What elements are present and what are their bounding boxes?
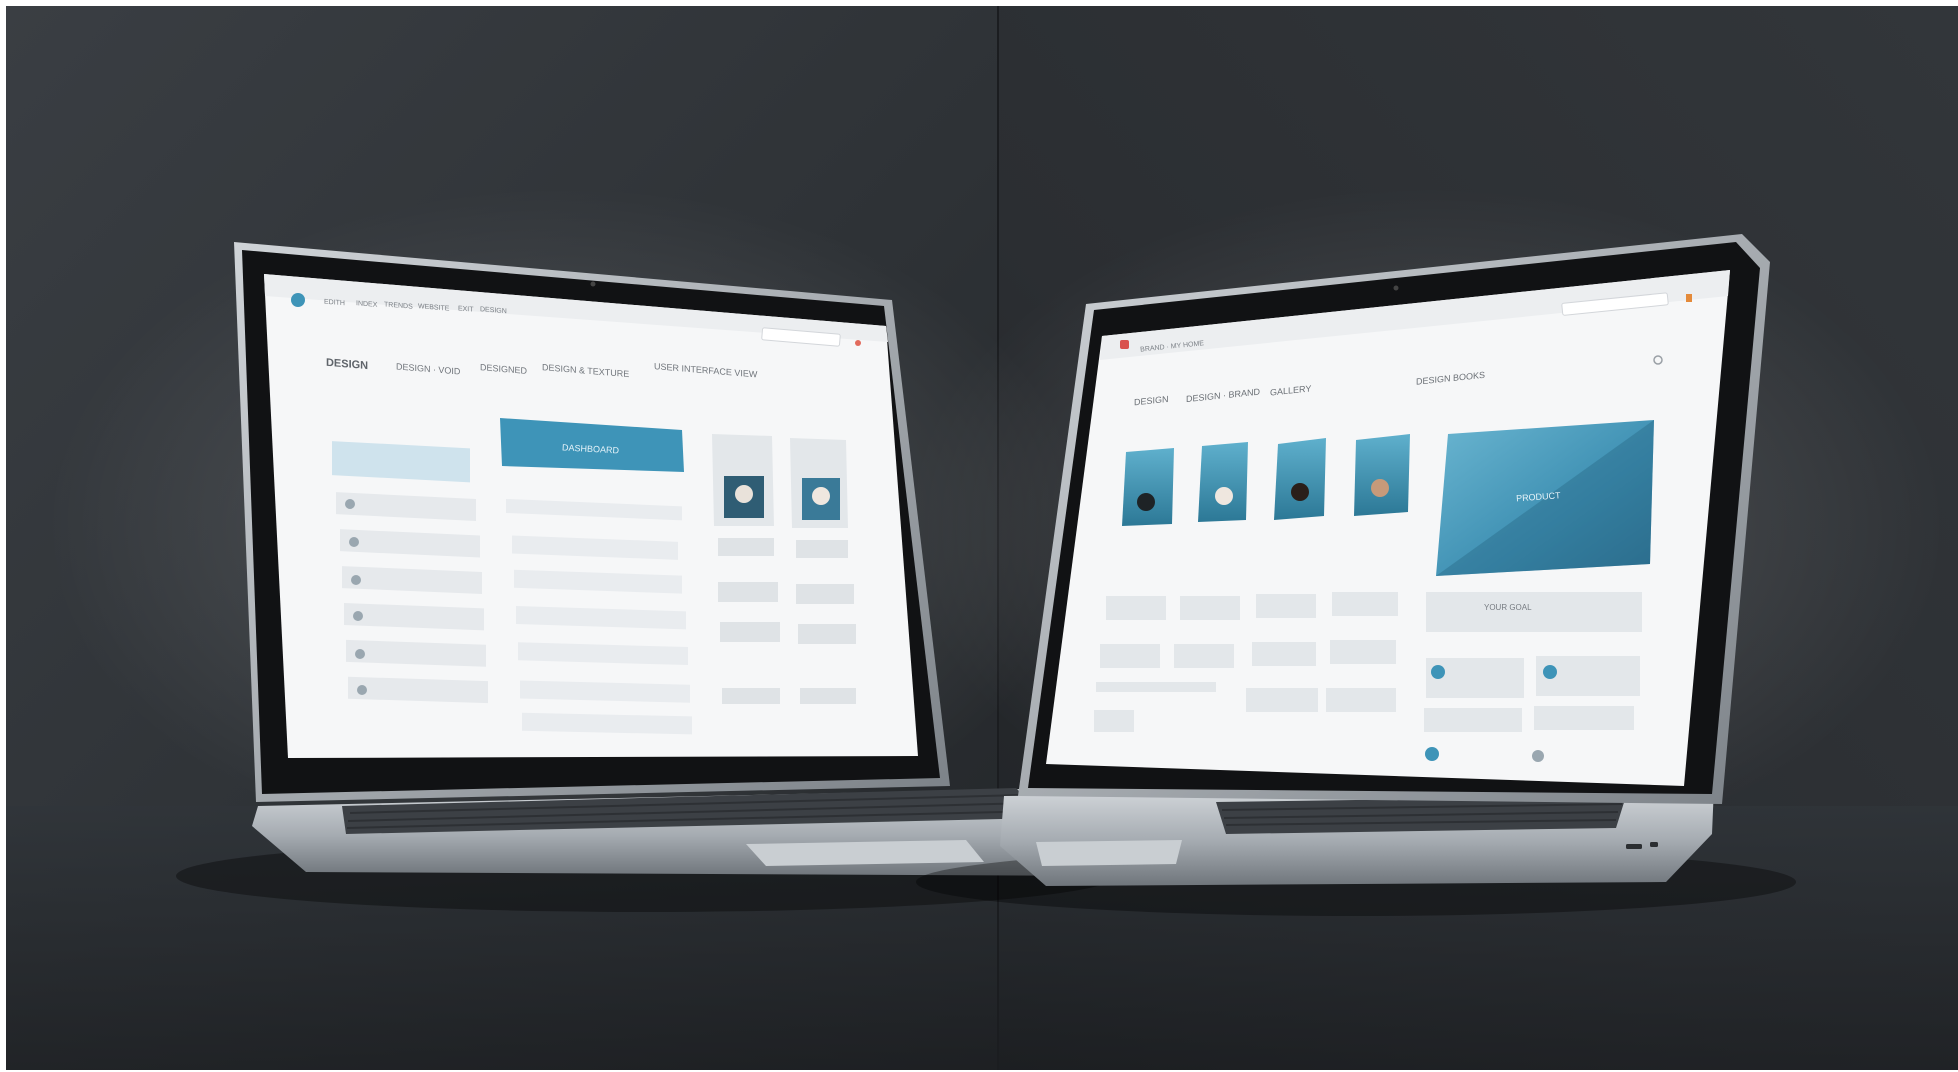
grid-block[interactable] [1330, 640, 1396, 664]
info-card[interactable] [1534, 706, 1634, 730]
item-icon [349, 537, 359, 547]
circle-badge-icon [1532, 750, 1544, 762]
grid-block[interactable] [1326, 688, 1396, 712]
item-icon [351, 575, 361, 585]
portrait-figure [1137, 493, 1155, 511]
text-block [800, 688, 856, 704]
square-logo-icon [1120, 340, 1129, 349]
circle-badge-icon [1425, 747, 1439, 761]
poster-card[interactable] [1122, 448, 1174, 526]
grid-block[interactable] [1100, 644, 1160, 668]
grid-block[interactable] [1252, 642, 1316, 666]
portrait-figure [1215, 487, 1233, 505]
grid-block[interactable] [1180, 596, 1240, 620]
portrait-figure [1291, 483, 1309, 501]
circle-badge-icon [1431, 665, 1445, 679]
circle-logo-icon [291, 293, 305, 307]
grid-block[interactable] [1106, 596, 1166, 620]
grid-block[interactable] [1174, 644, 1234, 668]
hero-side-text: YOUR GOAL [1484, 603, 1532, 612]
text-block [796, 584, 854, 604]
portrait-figure [1371, 479, 1389, 497]
grid-block[interactable] [1332, 592, 1398, 616]
sidebar-header-tile[interactable] [332, 441, 470, 483]
portrait-face [735, 485, 753, 503]
text-line [1096, 682, 1216, 692]
mockup-scene: EDITH INDEX TRENDS WEBSITE EXIT DESIGN D… [6, 6, 1958, 1070]
usb-port [1626, 844, 1642, 849]
notification-icon[interactable] [855, 340, 861, 346]
list-item[interactable] [348, 676, 488, 704]
text-block [722, 688, 780, 704]
notification-icon[interactable] [1686, 294, 1692, 302]
poster-card[interactable] [1198, 442, 1248, 522]
poster-card[interactable] [1354, 434, 1410, 516]
usb-port [1650, 842, 1658, 847]
text-block [718, 582, 778, 602]
poster-card[interactable] [1274, 438, 1326, 520]
portrait-face [812, 487, 830, 505]
grid-block[interactable] [1094, 710, 1134, 732]
left-laptop-trackpad [746, 840, 984, 866]
grid-block[interactable] [1246, 688, 1318, 712]
stat-panel[interactable] [1426, 592, 1642, 632]
right-camera-icon [1393, 285, 1399, 291]
mockup-illustration: EDITH INDEX TRENDS WEBSITE EXIT DESIGN D… [6, 6, 1958, 1070]
right-laptop-trackpad [1036, 840, 1182, 866]
nav-tab[interactable]: EXIT [458, 305, 474, 313]
item-icon [353, 611, 363, 621]
list-item[interactable] [522, 712, 692, 735]
left-camera-icon [590, 281, 596, 287]
item-icon [357, 685, 367, 695]
text-block [796, 540, 848, 558]
item-icon [355, 649, 365, 659]
text-block [718, 538, 774, 556]
circle-badge-icon [1543, 665, 1557, 679]
grid-block[interactable] [1256, 594, 1316, 618]
text-block [798, 624, 856, 644]
item-icon [345, 499, 355, 509]
info-card[interactable] [1424, 708, 1522, 732]
text-block [720, 622, 780, 642]
